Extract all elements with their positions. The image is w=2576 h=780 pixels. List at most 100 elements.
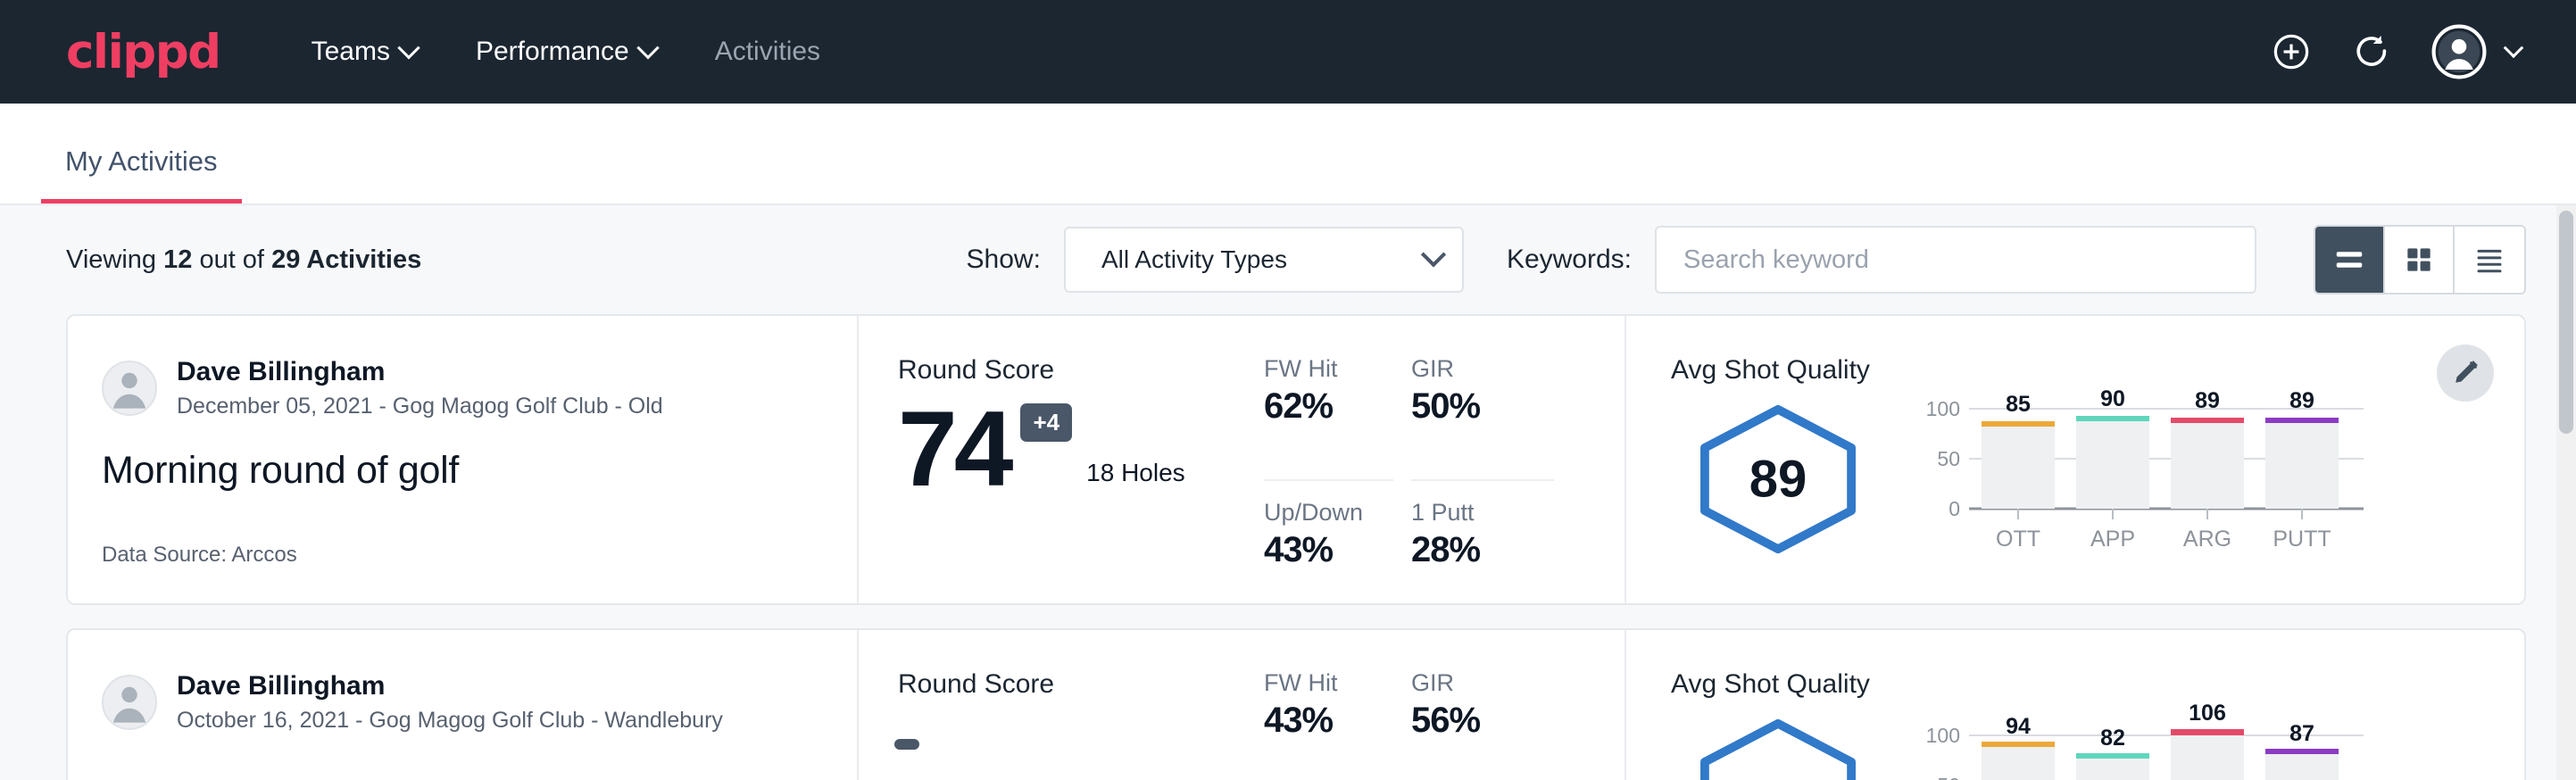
avatar bbox=[102, 361, 157, 416]
activity-meta: October 16, 2021 - Gog Magog Golf Club -… bbox=[177, 706, 723, 735]
search-placeholder: Search keyword bbox=[1683, 245, 1869, 275]
shot-quality-label: Avg Shot Quality bbox=[1671, 355, 2524, 386]
stat-value: 56% bbox=[1411, 701, 1554, 741]
tab-bar: My Activities bbox=[0, 104, 2576, 205]
app-logo[interactable]: clippd bbox=[66, 29, 220, 76]
show-label: Show: bbox=[967, 245, 1041, 275]
view-list-detailed-button[interactable] bbox=[2455, 227, 2524, 293]
grid-icon bbox=[2402, 243, 2436, 277]
stat-value: 43% bbox=[1264, 701, 1393, 741]
nav-item-label: Teams bbox=[312, 37, 390, 67]
filter-bar: Viewing 12 out of 29 Activities Show: Al… bbox=[0, 205, 2576, 314]
shot-quality-panel: Avg Shot Quality 100 50 0 bbox=[1626, 630, 2524, 780]
navbar-actions bbox=[2271, 24, 2521, 79]
nav-item-label: Activities bbox=[715, 37, 820, 67]
view-list-compact-button[interactable] bbox=[2315, 227, 2385, 293]
keywords-label: Keywords: bbox=[1507, 245, 1632, 275]
round-score-label: Round Score bbox=[898, 669, 1255, 700]
svg-text:50: 50 bbox=[1937, 774, 1960, 780]
svg-text:89: 89 bbox=[2289, 389, 2314, 413]
svg-text:100: 100 bbox=[1926, 397, 1960, 420]
activity-card[interactable]: Dave Billingham December 05, 2021 - Gog … bbox=[66, 314, 2526, 605]
stat-value: 28% bbox=[1411, 530, 1554, 570]
page-scrollbar-thumb[interactable] bbox=[2559, 211, 2573, 434]
round-stats: FW Hit 43% GIR 56% bbox=[1264, 669, 1554, 780]
activity-summary: Dave Billingham December 05, 2021 - Gog … bbox=[68, 316, 859, 603]
nav-item-label: Performance bbox=[476, 37, 629, 67]
bar-chart: 100 50 0 94 82 106 87 bbox=[1917, 703, 2381, 780]
round-score-panel: Round Score 74 +4 18 Holes FW Hit 62% GI… bbox=[859, 316, 1626, 603]
round-score-value-group bbox=[898, 712, 1255, 750]
nav-item-activities[interactable]: Activities bbox=[711, 29, 824, 74]
shot-quality-hexagon bbox=[1671, 717, 1885, 780]
stat-label: FW Hit bbox=[1264, 355, 1393, 383]
refresh-button[interactable] bbox=[2351, 31, 2392, 72]
svg-text:90: 90 bbox=[2100, 389, 2125, 411]
view-mode-toggle bbox=[2314, 225, 2526, 295]
list-compact-icon bbox=[2332, 243, 2366, 277]
filter-controls: Show: All Activity Types Keywords: Searc… bbox=[967, 225, 2526, 295]
shot-quality-hexagon: 89 bbox=[1671, 402, 1885, 556]
holes-count: 18 Holes bbox=[1086, 459, 1185, 500]
search-input[interactable]: Search keyword bbox=[1655, 226, 2256, 294]
top-navbar: clippd Teams Performance Activities bbox=[0, 0, 2576, 104]
chevron-down-icon bbox=[636, 37, 659, 59]
refresh-icon bbox=[2351, 31, 2392, 72]
player-header: Dave Billingham October 16, 2021 - Gog M… bbox=[102, 669, 857, 734]
activity-card[interactable]: Dave Billingham October 16, 2021 - Gog M… bbox=[66, 628, 2526, 780]
edit-activity-button[interactable] bbox=[2437, 344, 2494, 402]
stat-label: FW Hit bbox=[1264, 669, 1393, 697]
activity-summary: Dave Billingham October 16, 2021 - Gog M… bbox=[68, 630, 859, 780]
nav-item-performance[interactable]: Performance bbox=[472, 29, 660, 74]
shot-quality-score: 89 bbox=[1749, 449, 1807, 509]
player-name: Dave Billingham bbox=[177, 355, 663, 389]
primary-nav: Teams Performance Activities bbox=[308, 29, 824, 74]
stat-fw-hit: FW Hit 43% bbox=[1264, 669, 1393, 780]
round-score-panel: Round Score FW Hit 43% GIR 56% bbox=[859, 630, 1626, 780]
activity-type-value: All Activity Types bbox=[1101, 245, 1425, 274]
activity-title: Morning round of golf bbox=[102, 449, 857, 493]
svg-text:82: 82 bbox=[2100, 726, 2125, 751]
svg-text:50: 50 bbox=[1937, 447, 1960, 470]
chevron-down-icon bbox=[397, 37, 420, 59]
plus-circle-icon bbox=[2271, 31, 2312, 72]
add-button[interactable] bbox=[2271, 31, 2312, 72]
activity-type-select[interactable]: All Activity Types bbox=[1064, 227, 1464, 293]
svg-text:87: 87 bbox=[2289, 721, 2314, 746]
stat-label: GIR bbox=[1411, 669, 1554, 697]
round-score-value-group: 74 +4 18 Holes bbox=[898, 398, 1255, 500]
viewing-middle: out of bbox=[199, 245, 264, 274]
svg-text:0: 0 bbox=[1949, 497, 1960, 520]
svg-text:89: 89 bbox=[2195, 389, 2220, 413]
viewing-count: 12 bbox=[163, 245, 192, 274]
svg-text:ARG: ARG bbox=[2183, 527, 2231, 552]
player-name: Dave Billingham bbox=[177, 669, 723, 703]
nav-item-teams[interactable]: Teams bbox=[308, 29, 420, 74]
stat-gir: GIR 50% bbox=[1411, 355, 1554, 481]
shot-quality-chart: 100 50 0 85 90 89 bbox=[1917, 389, 2381, 568]
svg-text:106: 106 bbox=[2189, 703, 2226, 726]
view-grid-button[interactable] bbox=[2385, 227, 2455, 293]
shot-quality-chart: 100 50 0 94 82 106 87 bbox=[1917, 703, 2381, 780]
stat-label: Up/Down bbox=[1264, 499, 1393, 527]
chevron-down-icon bbox=[2504, 37, 2524, 58]
tab-label: My Activities bbox=[65, 145, 218, 177]
activity-meta: December 05, 2021 - Gog Magog Golf Club … bbox=[177, 392, 663, 421]
account-menu[interactable] bbox=[2431, 24, 2521, 79]
stat-label: GIR bbox=[1411, 355, 1554, 383]
score-differential-badge: +4 bbox=[1020, 403, 1072, 442]
stat-up-down: Up/Down 43% bbox=[1264, 499, 1393, 603]
svg-text:85: 85 bbox=[2006, 392, 2031, 417]
shot-quality-label: Avg Shot Quality bbox=[1671, 669, 2524, 700]
stat-fw-hit: FW Hit 62% bbox=[1264, 355, 1393, 481]
tab-my-activities[interactable]: My Activities bbox=[41, 145, 242, 203]
round-score-value: 74 bbox=[898, 398, 1010, 500]
svg-text:OTT: OTT bbox=[1996, 527, 2040, 552]
stat-label: 1 Putt bbox=[1411, 499, 1554, 527]
player-header: Dave Billingham December 05, 2021 - Gog … bbox=[102, 355, 857, 420]
list-detailed-icon bbox=[2472, 243, 2506, 277]
avatar bbox=[102, 675, 157, 730]
activity-list: Dave Billingham December 05, 2021 - Gog … bbox=[0, 314, 2576, 780]
person-icon bbox=[104, 361, 155, 414]
chevron-down-icon bbox=[1421, 242, 1446, 267]
